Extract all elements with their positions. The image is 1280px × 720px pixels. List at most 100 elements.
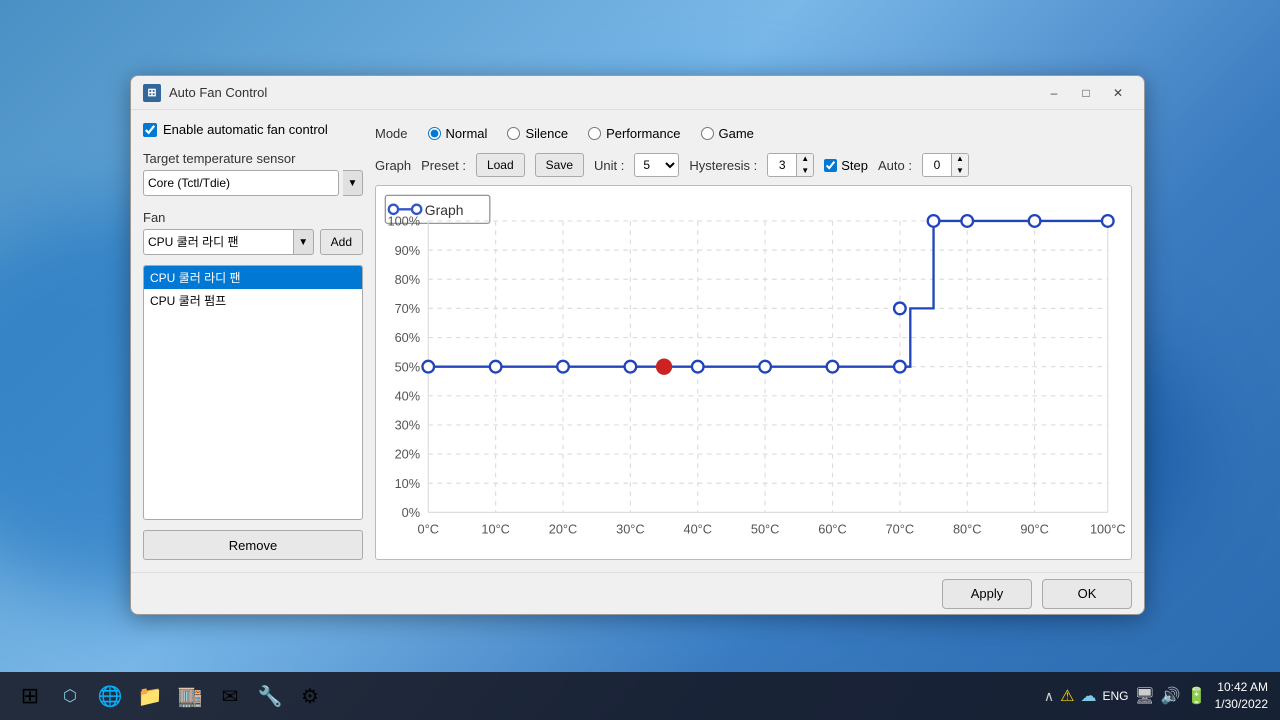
svg-text:60%: 60% [395, 330, 421, 345]
mode-section: Mode Normal Silence Performance Game [375, 122, 1132, 145]
minimize-button[interactable]: – [1040, 82, 1068, 104]
svg-text:Graph: Graph [425, 202, 464, 218]
target-temp-select[interactable]: Core (Tctl/Tdie) [143, 170, 339, 196]
maximize-button[interactable]: □ [1072, 82, 1100, 104]
unit-label: Unit : [594, 158, 624, 173]
mode-game[interactable]: Game [701, 126, 754, 141]
svg-text:20°C: 20°C [549, 521, 578, 536]
chevron-up-icon[interactable]: ∧ [1044, 688, 1054, 705]
auto-value[interactable] [923, 154, 951, 176]
svg-text:40%: 40% [395, 388, 421, 403]
files-icon[interactable]: 📁 [132, 678, 168, 714]
svg-text:30%: 30% [395, 418, 421, 433]
svg-text:80°C: 80°C [953, 521, 982, 536]
edge-icon[interactable]: 🌐 [92, 678, 128, 714]
store-icon[interactable]: 🏬 [172, 678, 208, 714]
hysteresis-label: Hysteresis : [689, 158, 757, 173]
auto-label: Auto : [878, 158, 912, 173]
language-label: ENG [1102, 689, 1128, 703]
apply-button[interactable]: Apply [942, 579, 1032, 609]
remove-fan-button[interactable]: Remove [143, 530, 363, 560]
mode-normal[interactable]: Normal [428, 126, 488, 141]
fan-list: CPU 쿨러 라디 팬 CPU 쿨러 펌프 [143, 265, 363, 520]
settings-icon[interactable]: ⚙ [292, 678, 328, 714]
svg-text:60°C: 60°C [818, 521, 847, 536]
enable-fan-control-checkbox[interactable] [143, 123, 157, 137]
search-button[interactable]: ⬡ [52, 678, 88, 714]
fan-section: Fan CPU 쿨러 라디 팬 ▼ Add [143, 206, 363, 255]
svg-text:80%: 80% [395, 272, 421, 287]
svg-text:50°C: 50°C [751, 521, 780, 536]
svg-text:30°C: 30°C [616, 521, 645, 536]
svg-text:10°C: 10°C [481, 521, 510, 536]
unit-select[interactable]: 5 [634, 153, 679, 177]
step-checkbox[interactable] [824, 159, 837, 172]
auto-up[interactable]: ▲ [952, 153, 968, 165]
load-button[interactable]: Load [476, 153, 525, 177]
left-panel: Enable automatic fan control Target temp… [143, 122, 363, 560]
svg-text:90%: 90% [395, 243, 421, 258]
mail-icon[interactable]: ✉ [212, 678, 248, 714]
fan-list-item[interactable]: CPU 쿨러 펌프 [144, 289, 362, 312]
hysteresis-value[interactable] [768, 154, 796, 176]
target-temp-select-row: Core (Tctl/Tdie) ▼ [143, 170, 363, 196]
window-title: Auto Fan Control [169, 85, 1040, 100]
add-fan-button[interactable]: Add [320, 229, 363, 255]
close-button[interactable]: ✕ [1104, 82, 1132, 104]
right-panel: Mode Normal Silence Performance Game [375, 122, 1132, 560]
enable-fan-control-label: Enable automatic fan control [163, 122, 328, 137]
tools-icon[interactable]: 🔧 [252, 678, 288, 714]
auto-fan-control-dialog: ⊞ Auto Fan Control – □ ✕ Enable automati… [130, 75, 1145, 615]
dialog-footer: Apply OK [131, 572, 1144, 614]
battery-icon: 🔋 [1187, 686, 1207, 706]
graph-container[interactable]: Graph [375, 185, 1132, 560]
preset-label: Preset : [421, 158, 466, 173]
target-temp-section: Target temperature sensor Core (Tctl/Tdi… [143, 147, 363, 196]
fan-list-item[interactable]: CPU 쿨러 라디 팬 [144, 266, 362, 289]
target-temp-arrow[interactable]: ▼ [343, 170, 363, 196]
step-label: Step [841, 158, 868, 173]
auto-down[interactable]: ▼ [952, 165, 968, 177]
graph-label: Graph [375, 158, 411, 173]
fan-select-wrap: CPU 쿨러 라디 팬 ▼ [143, 229, 314, 255]
svg-text:100%: 100% [387, 214, 420, 229]
time-display: 10:42 AM [1215, 679, 1268, 696]
hysteresis-up[interactable]: ▲ [797, 153, 813, 165]
dialog-body: Enable automatic fan control Target temp… [131, 110, 1144, 572]
step-checkbox-row[interactable]: Step [824, 158, 868, 173]
monitor-icon: 🖥 [1134, 686, 1154, 706]
app-icon: ⊞ [143, 84, 161, 102]
cloud-icon: ☁ [1080, 686, 1096, 706]
fan-label: Fan [143, 210, 363, 225]
mode-label: Mode [375, 126, 408, 141]
fan-select-arrow[interactable]: ▼ [294, 229, 314, 255]
ok-button[interactable]: OK [1042, 579, 1132, 609]
mode-performance[interactable]: Performance [588, 126, 680, 141]
fan-dropdown-row: CPU 쿨러 라디 팬 ▼ Add [143, 229, 363, 255]
mode-performance-label: Performance [606, 126, 680, 141]
svg-text:20%: 20% [395, 447, 421, 462]
svg-text:70%: 70% [395, 301, 421, 316]
title-bar: ⊞ Auto Fan Control – □ ✕ [131, 76, 1144, 110]
speaker-icon: 🔊 [1161, 686, 1181, 706]
svg-text:100°C: 100°C [1090, 521, 1126, 536]
hysteresis-down[interactable]: ▼ [797, 165, 813, 177]
taskbar-time[interactable]: 10:42 AM 1/30/2022 [1215, 679, 1268, 713]
mode-game-label: Game [719, 126, 754, 141]
start-button[interactable]: ⊞ [12, 678, 48, 714]
auto-arrows: ▲ ▼ [951, 153, 968, 177]
save-button[interactable]: Save [535, 153, 584, 177]
mode-silence[interactable]: Silence [507, 126, 568, 141]
svg-text:50%: 50% [395, 359, 421, 374]
svg-text:70°C: 70°C [886, 521, 915, 536]
window-controls: – □ ✕ [1040, 82, 1132, 104]
hysteresis-arrows: ▲ ▼ [796, 153, 813, 177]
svg-text:40°C: 40°C [683, 521, 712, 536]
enable-fan-control-row: Enable automatic fan control [143, 122, 363, 137]
svg-text:10%: 10% [395, 476, 421, 491]
graph-controls: Graph Preset : Load Save Unit : 5 Hyster… [375, 153, 1132, 177]
taskbar: ⊞ ⬡ 🌐 📁 🏬 ✉ 🔧 ⚙ ∧ ⚠ ☁ ENG 🖥 🔊 🔋 10:42 AM… [0, 672, 1280, 720]
fan-select[interactable]: CPU 쿨러 라디 팬 [143, 229, 294, 255]
auto-spinbox: ▲ ▼ [922, 153, 969, 177]
mode-normal-label: Normal [446, 126, 488, 141]
